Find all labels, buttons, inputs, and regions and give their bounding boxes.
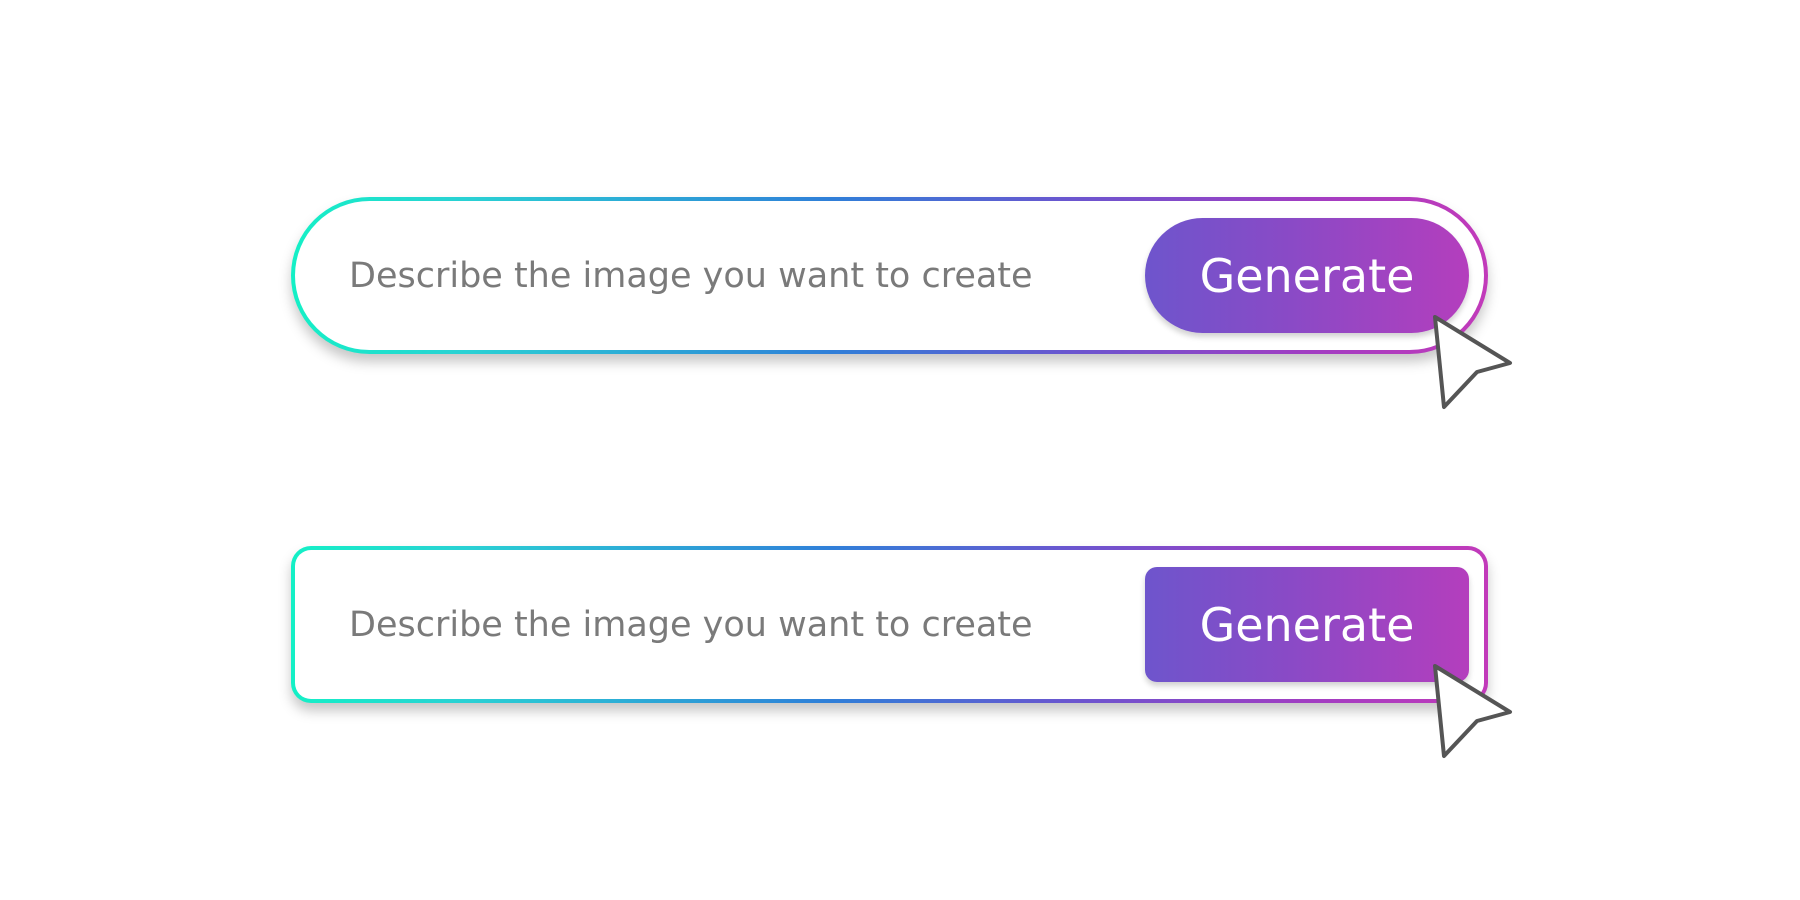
generate-button[interactable]: Generate [1145, 218, 1469, 333]
prompt-bar-rectangle: Generate [291, 546, 1488, 703]
prompt-bar-inner: Generate [295, 550, 1484, 699]
prompt-bar-pill: Generate [291, 197, 1488, 354]
mouse-pointer-icon [1433, 315, 1512, 409]
mouse-pointer-icon [1433, 664, 1512, 758]
prompt-input[interactable] [349, 550, 1089, 699]
prompt-input[interactable] [349, 201, 1089, 350]
prompt-bar-inner: Generate [295, 201, 1484, 350]
generate-button[interactable]: Generate [1145, 567, 1469, 682]
